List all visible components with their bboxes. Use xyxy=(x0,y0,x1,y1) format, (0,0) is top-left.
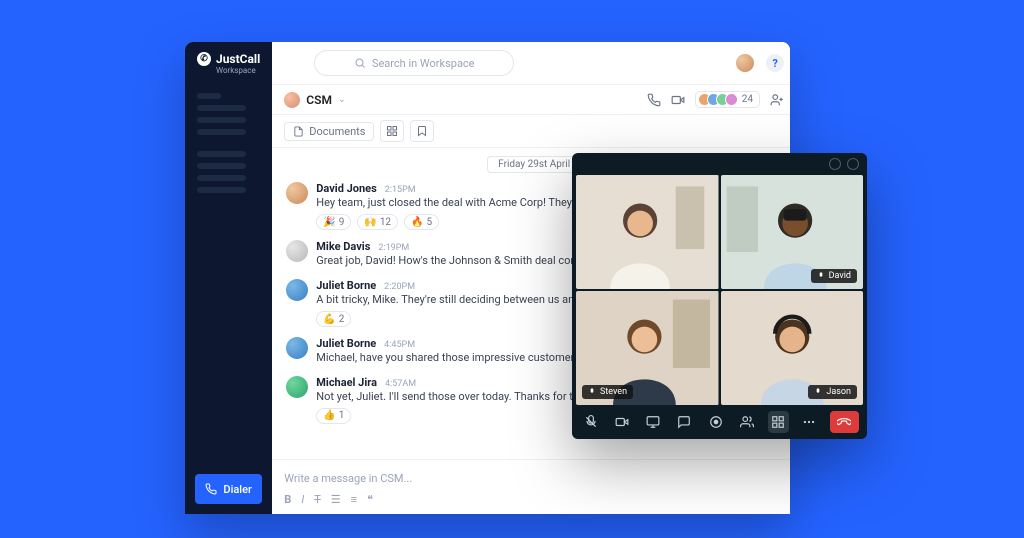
message-avatar xyxy=(286,376,308,398)
reaction[interactable]: 👍1 xyxy=(316,408,351,424)
video-grid: David Steven Jason xyxy=(572,175,867,405)
expand-icon[interactable] xyxy=(847,158,859,170)
tab-board[interactable] xyxy=(380,120,404,142)
video-call-toolbar xyxy=(572,405,867,439)
message-author: Juliet Borne xyxy=(316,279,376,292)
layout-button[interactable] xyxy=(768,411,789,433)
reaction[interactable]: 🔥5 xyxy=(404,214,439,230)
message-author: Michael Jira xyxy=(316,376,377,389)
date-separator: Friday 29st April xyxy=(487,156,581,173)
message-composer: Write a message in CSM... B I T ☰ ≡ ❝ xyxy=(272,459,790,514)
bullet-list-button[interactable]: ☰ xyxy=(331,493,341,506)
message-author: David Jones xyxy=(316,182,376,195)
brand-name: JustCall xyxy=(216,52,260,66)
reaction[interactable]: 🙌12 xyxy=(357,214,398,230)
video-tile[interactable]: David xyxy=(721,175,864,289)
sidebar: ✆ JustCall Workspace Dialer xyxy=(185,42,272,514)
message-time: 4:57AM xyxy=(385,379,416,389)
video-call-window[interactable]: David Steven Jason xyxy=(572,153,867,439)
document-icon xyxy=(293,126,304,137)
message-avatar xyxy=(286,279,308,301)
message-time: 2:15PM xyxy=(385,185,416,195)
video-tile[interactable]: Steven xyxy=(576,291,719,405)
message-author: Juliet Borne xyxy=(316,337,376,350)
help-icon[interactable]: ? xyxy=(766,54,784,72)
hangup-button[interactable] xyxy=(830,411,859,433)
more-button[interactable] xyxy=(799,411,820,433)
brand-subtitle: Workspace xyxy=(216,66,260,75)
bold-button[interactable]: B xyxy=(284,493,291,506)
share-screen-button[interactable] xyxy=(643,411,664,433)
dialer-button[interactable]: Dialer xyxy=(195,474,262,504)
member-pill[interactable]: 24 xyxy=(695,91,760,108)
record-button[interactable] xyxy=(705,411,726,433)
tab-documents[interactable]: Documents xyxy=(284,122,374,141)
reaction[interactable]: 💪2 xyxy=(316,311,351,327)
participant-label: Jason xyxy=(808,385,857,399)
mute-button[interactable] xyxy=(580,411,601,433)
channel-avatar xyxy=(284,92,300,108)
message-avatar xyxy=(286,182,308,204)
channel-bar: CSM ⌄ 24 xyxy=(272,85,790,115)
message-time: 2:19PM xyxy=(378,243,409,253)
participants-button[interactable] xyxy=(736,411,757,433)
minimize-icon[interactable] xyxy=(829,158,841,170)
italic-button[interactable]: I xyxy=(301,493,304,506)
video-tile[interactable]: Jason xyxy=(721,291,864,405)
add-member-icon[interactable] xyxy=(770,93,784,107)
message-avatar xyxy=(286,337,308,359)
strike-button[interactable]: T xyxy=(314,493,321,506)
composer-input[interactable]: Write a message in CSM... xyxy=(284,468,784,493)
top-bar: Search in Workspace ? xyxy=(272,42,790,85)
tab-bar: Documents xyxy=(272,115,790,148)
call-icon[interactable] xyxy=(647,93,661,107)
user-avatar[interactable] xyxy=(736,54,754,72)
search-icon xyxy=(354,57,366,69)
numbered-list-button[interactable]: ≡ xyxy=(351,493,357,506)
participant-label: Steven xyxy=(582,385,633,399)
phone-icon xyxy=(205,483,217,495)
message-avatar xyxy=(286,240,308,262)
chevron-down-icon[interactable]: ⌄ xyxy=(338,95,346,105)
message-time: 4:45PM xyxy=(384,340,415,350)
tab-documents-label: Documents xyxy=(309,125,365,138)
channel-name[interactable]: CSM xyxy=(306,93,332,107)
message-time: 2:20PM xyxy=(384,282,415,292)
camera-button[interactable] xyxy=(611,411,632,433)
message-author: Mike Davis xyxy=(316,240,370,253)
member-count: 24 xyxy=(742,94,753,105)
composer-toolbar: B I T ☰ ≡ ❝ xyxy=(284,493,784,506)
search-input[interactable]: Search in Workspace xyxy=(314,50,514,76)
video-tile[interactable] xyxy=(576,175,719,289)
brand-block: ✆ JustCall Workspace xyxy=(185,42,272,85)
video-call-titlebar xyxy=(572,153,867,175)
dialer-label: Dialer xyxy=(223,483,252,496)
participant-label: David xyxy=(811,269,857,283)
tab-bookmark[interactable] xyxy=(410,120,434,142)
reaction[interactable]: 🎉9 xyxy=(316,214,351,230)
sidebar-nav-placeholder xyxy=(185,85,272,201)
search-placeholder: Search in Workspace xyxy=(372,57,475,70)
chat-button[interactable] xyxy=(674,411,695,433)
video-icon[interactable] xyxy=(671,93,685,107)
channel-actions: 24 xyxy=(647,91,784,108)
quote-button[interactable]: ❝ xyxy=(367,493,373,506)
brand-icon: ✆ xyxy=(197,52,211,66)
